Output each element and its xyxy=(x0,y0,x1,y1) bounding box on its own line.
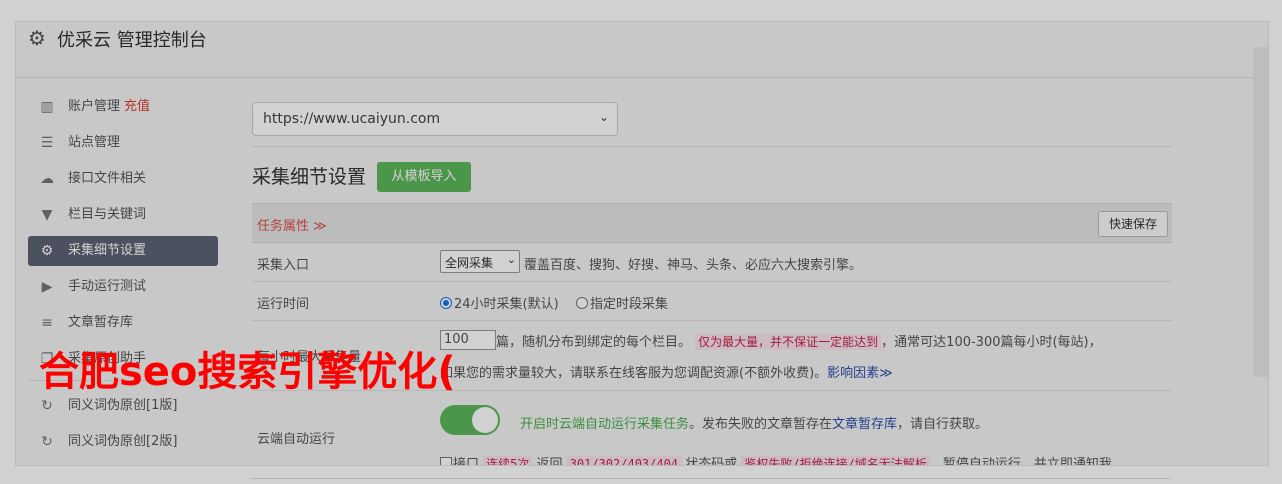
watermark-text: 合肥seo搜索引擎优化( xyxy=(39,349,456,395)
dim-overlay xyxy=(0,0,1282,484)
